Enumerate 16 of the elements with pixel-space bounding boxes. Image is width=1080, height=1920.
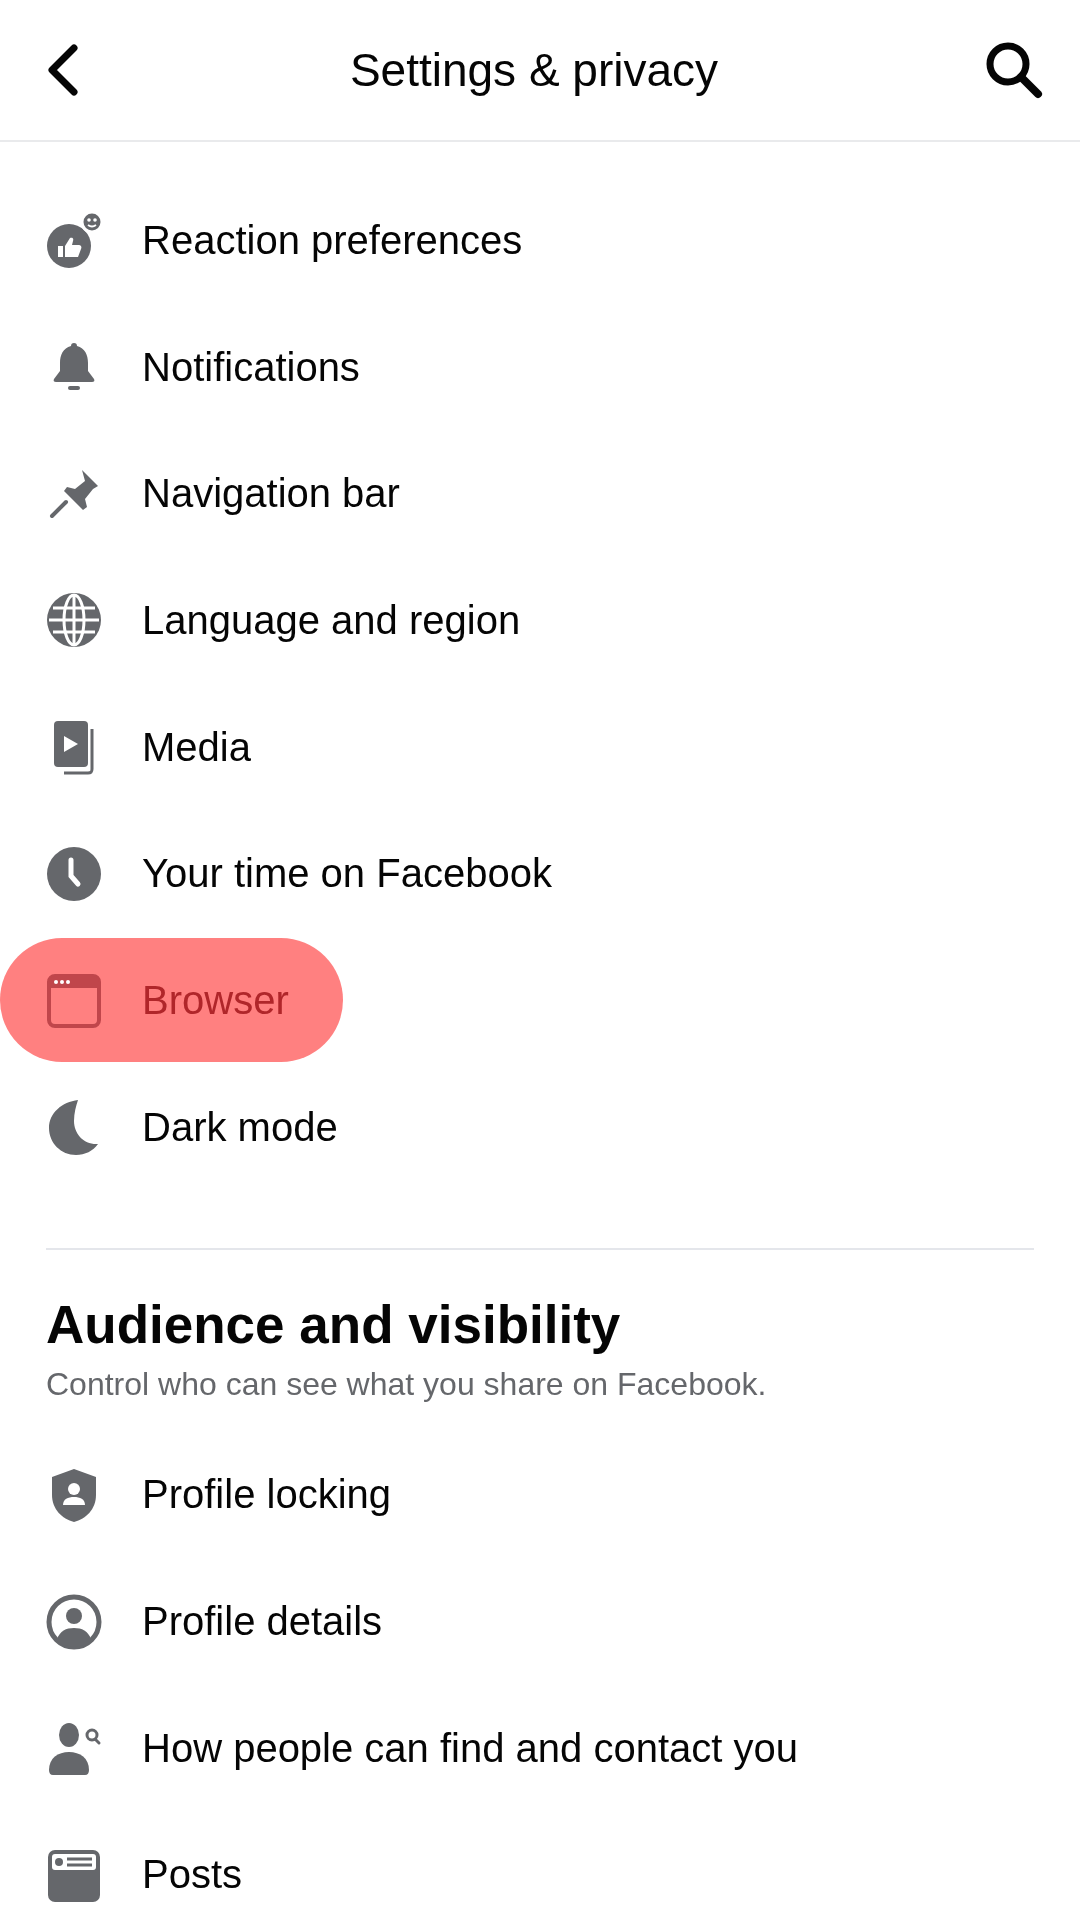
settings-item[interactable]: Profile locking <box>0 1432 445 1557</box>
settings-item[interactable]: Language and region <box>0 558 575 683</box>
search-button[interactable] <box>984 40 1044 100</box>
settings-item[interactable]: Notifications <box>0 305 414 430</box>
settings-item[interactable]: Media <box>0 685 305 810</box>
settings-item[interactable]: Posts <box>0 1812 297 1920</box>
settings-item[interactable]: Profile details <box>0 1559 437 1684</box>
thumbs-up-icon <box>44 210 104 271</box>
section-subtitle: Control who can see what you share on Facebook. <box>46 1364 768 1404</box>
settings-item[interactable]: How people can find and contact you <box>0 1686 852 1811</box>
page-title: Settings & privacy <box>349 43 719 97</box>
settings-item[interactable]: Navigation bar <box>0 431 454 556</box>
settings-item[interactable]: Your time on Facebook <box>0 811 606 936</box>
section-title: Audience and visibility <box>46 1293 622 1356</box>
settings-item[interactable]: Dark mode <box>0 1065 392 1190</box>
settings-item[interactable]: Reaction preferences <box>0 178 577 303</box>
